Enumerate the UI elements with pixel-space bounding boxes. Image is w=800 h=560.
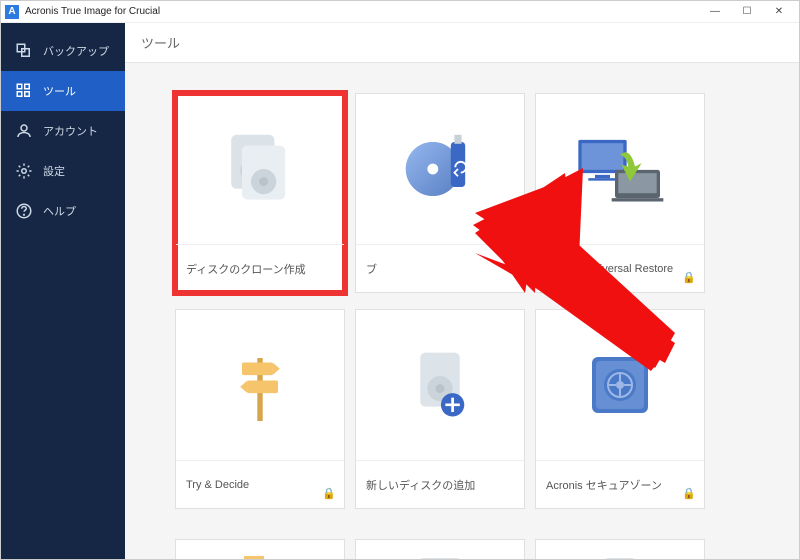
content-area: ツール ディスクのクローン作成	[125, 23, 799, 559]
gear-icon	[15, 162, 33, 180]
try-decide-icon	[176, 310, 344, 460]
card-label: 新しいディスクの追加	[366, 477, 475, 493]
card-secure-zone[interactable]: Acronis セキュアゾーン 🔒	[535, 309, 705, 509]
sidebar-item-label: 設定	[43, 163, 65, 179]
sidebar-item-backup[interactable]: バックアップ	[1, 31, 125, 71]
backup-icon	[15, 42, 33, 60]
sidebar-item-settings[interactable]: 設定	[1, 151, 125, 191]
card-bootable-media[interactable]: ブ	[355, 93, 525, 293]
tools-icon	[15, 82, 33, 100]
sidebar-item-label: ヘルプ	[43, 203, 76, 219]
sidebar-item-label: アカウント	[43, 123, 98, 139]
maximize-button[interactable]: ☐	[731, 2, 763, 22]
minimize-button[interactable]: ―	[699, 2, 731, 22]
secure-zone-icon	[536, 310, 704, 460]
app-icon: A	[5, 5, 19, 19]
card-disk-clone[interactable]: ディスクのクローン作成	[175, 93, 345, 293]
sidebar: バックアップ ツール アカウント 設定 ヘルプ	[1, 23, 125, 559]
window-controls: ― ☐ ✕	[699, 2, 795, 22]
lock-icon: 🔒	[682, 487, 696, 500]
window-title: Acronis True Image for Crucial	[25, 6, 699, 17]
card-partial-3[interactable]	[535, 539, 705, 559]
sidebar-item-tools[interactable]: ツール	[1, 71, 125, 111]
universal-restore-icon	[536, 94, 704, 244]
card-partial-2[interactable]	[355, 539, 525, 559]
card-try-decide[interactable]: Try & Decide 🔒	[175, 309, 345, 509]
sidebar-item-label: ツール	[43, 83, 76, 99]
window-titlebar: A Acronis True Image for Crucial ― ☐ ✕	[1, 1, 799, 23]
lock-icon: 🔒	[322, 487, 336, 500]
add-disk-icon	[356, 310, 524, 460]
sidebar-item-label: バックアップ	[43, 43, 109, 59]
tools-grid-row3	[125, 539, 799, 559]
lock-icon: 🔒	[682, 271, 696, 284]
card-label: ブ	[366, 261, 377, 277]
content-header: ツール	[125, 23, 799, 63]
sidebar-item-help[interactable]: ヘルプ	[1, 191, 125, 231]
close-button[interactable]: ✕	[763, 2, 795, 22]
card-universal-restore[interactable]: Acronis Universal Restore 🔒	[535, 93, 705, 293]
card-label: ディスクのクローン作成	[186, 261, 306, 277]
card-label: Acronis セキュアゾーン	[546, 477, 662, 493]
help-icon	[15, 202, 33, 220]
account-icon	[15, 122, 33, 140]
card-add-disk[interactable]: 新しいディスクの追加	[355, 309, 525, 509]
bootable-media-icon	[356, 94, 524, 244]
card-partial-1[interactable]	[175, 539, 345, 559]
tools-grid: ディスクのクローン作成 ブ	[125, 63, 799, 539]
disk-clone-icon	[176, 94, 344, 244]
sidebar-item-account[interactable]: アカウント	[1, 111, 125, 151]
card-label: Try & Decide	[186, 479, 249, 491]
card-label: Acronis Universal Restore	[546, 263, 673, 275]
